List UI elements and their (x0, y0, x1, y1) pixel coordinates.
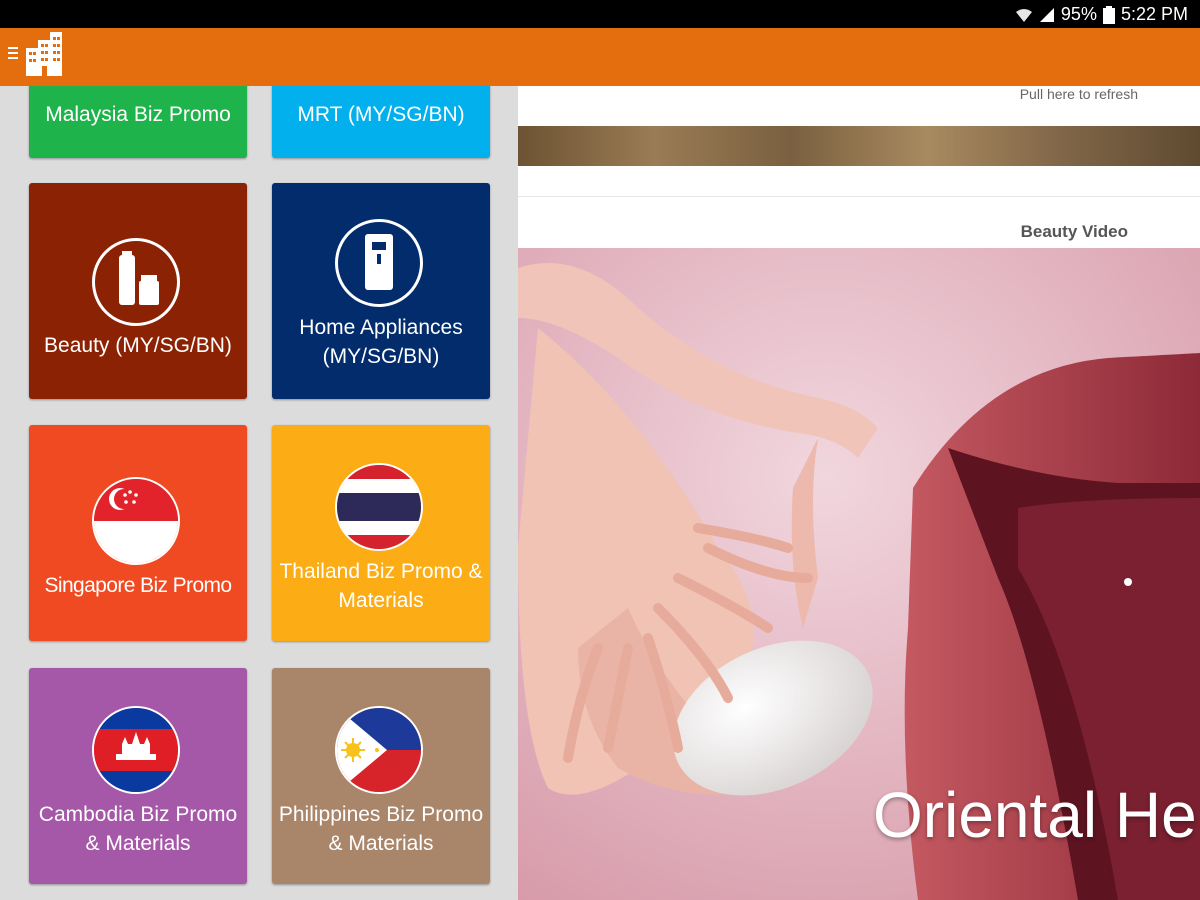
tile-label: Singapore Biz Promo (44, 574, 232, 597)
status-bar: 95% 5:22 PM (0, 0, 1200, 28)
tile-singapore-biz-promo[interactable]: Singapore Biz Promo (29, 425, 247, 641)
cambodia-flag-icon (92, 706, 180, 794)
tile-label: Cambodia Biz Promo & Materials (38, 803, 238, 855)
section-title: Beauty Video (1020, 222, 1128, 241)
singapore-flag-icon (92, 477, 180, 565)
app-bar (0, 28, 1200, 86)
wifi-icon (1015, 8, 1032, 22)
status-indicators: 95% 5:22 PM (1015, 4, 1188, 25)
cosmetics-icon (92, 238, 180, 326)
menu-icon[interactable] (8, 44, 20, 62)
tile-label: MRT (MY/SG/BN) (297, 103, 465, 126)
tile-thailand-biz-promo[interactable]: Thailand Biz Promo & Materials (272, 425, 490, 641)
building-logo-icon[interactable] (24, 32, 64, 76)
video-player[interactable]: Oriental He (518, 248, 1200, 900)
tile-malaysia-biz-promo[interactable]: Malaysia Biz Promo (29, 86, 247, 158)
battery-percent: 95% (1060, 4, 1097, 24)
tile-label: Home Appliances (MY/SG/BN) (299, 316, 463, 368)
thailand-flag-icon (335, 463, 423, 551)
tile-label: Philippines Biz Promo & Materials (278, 803, 484, 855)
navigation-drawer[interactable]: Malaysia Biz Promo MRT (MY/SG/BN) Beauty… (0, 86, 518, 900)
tile-home-appliances[interactable]: Home Appliances (MY/SG/BN) (272, 183, 490, 399)
tile-beauty[interactable]: Beauty (MY/SG/BN) (29, 183, 247, 399)
clock: 5:22 PM (1120, 4, 1188, 24)
tile-cambodia-biz-promo[interactable]: Cambodia Biz Promo & Materials (29, 668, 247, 884)
tile-label: Beauty (MY/SG/BN) (44, 334, 232, 357)
philippines-flag-icon (335, 706, 423, 794)
divider (518, 196, 1200, 197)
main-content[interactable]: Pull here to refresh Beauty Video Orient… (518, 86, 1200, 900)
banner-image[interactable] (518, 126, 1200, 166)
tile-label: Thailand Biz Promo & Materials (279, 560, 483, 612)
tile-mrt[interactable]: MRT (MY/SG/BN) (272, 86, 490, 158)
water-dispenser-icon (335, 219, 423, 307)
video-caption: Oriental He (873, 779, 1197, 851)
battery-icon (1102, 5, 1115, 24)
pull-to-refresh-hint[interactable]: Pull here to refresh (1020, 86, 1138, 102)
tile-philippines-biz-promo[interactable]: Philippines Biz Promo & Materials (272, 668, 490, 884)
cell-signal-icon (1039, 7, 1054, 22)
tile-label: Malaysia Biz Promo (45, 103, 231, 126)
